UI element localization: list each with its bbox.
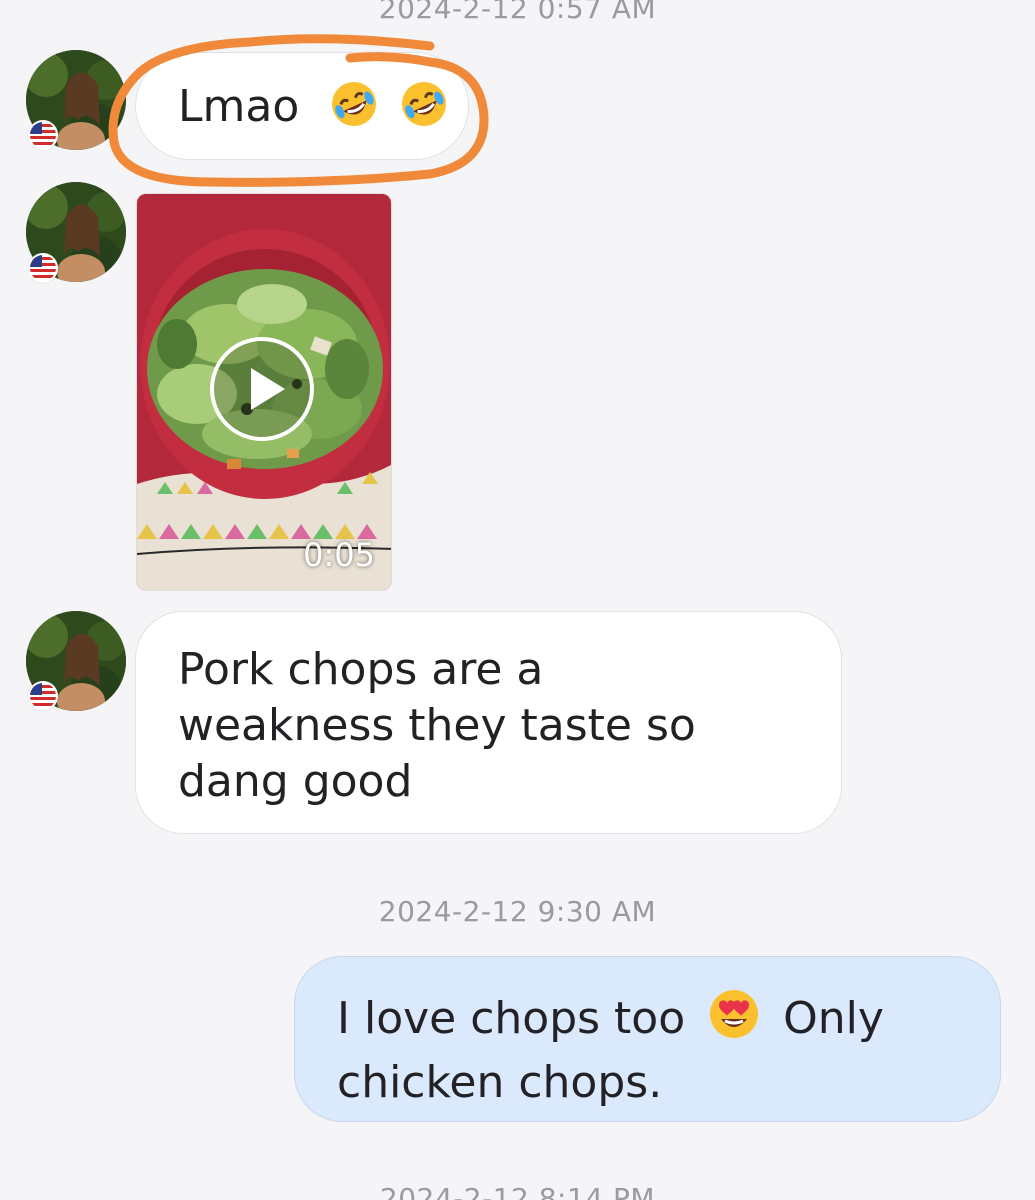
message-text: I love chops too <box>337 993 686 1044</box>
highlight-circle-annotation <box>108 34 489 187</box>
message-bubble-outgoing[interactable]: I love chops too Only chicken chops. <box>294 956 1001 1122</box>
message-text-line: chicken chops. <box>337 1057 663 1108</box>
timestamp-middle: 2024-2-12 9:30 AM <box>378 895 657 928</box>
message-text-line: weakness they taste so <box>178 700 696 751</box>
video-message-thumbnail[interactable]: 0:05 <box>136 193 392 591</box>
message-text-line: Pork chops are a <box>178 644 544 695</box>
us-flag-icon <box>28 253 58 283</box>
message-text-line: dang good <box>178 756 413 807</box>
play-icon[interactable] <box>209 336 315 442</box>
message-bubble-pork-chops[interactable]: Pork chops are a weakness they taste so … <box>135 611 842 834</box>
message-text: Only <box>783 993 884 1044</box>
timestamp-top: 2024-2-12 0:57 AM <box>378 0 657 25</box>
us-flag-icon <box>28 681 58 711</box>
heart-eyes-emoji-icon <box>707 987 761 1055</box>
timestamp-bottom: 2024-2-12 8:14 PM <box>379 1182 656 1200</box>
video-duration: 0:05 <box>303 536 375 574</box>
chat-thread[interactable]: 2024-2-12 0:57 AM Lmao 0:05 Pork chops a… <box>0 0 1035 1200</box>
us-flag-icon <box>28 120 58 150</box>
